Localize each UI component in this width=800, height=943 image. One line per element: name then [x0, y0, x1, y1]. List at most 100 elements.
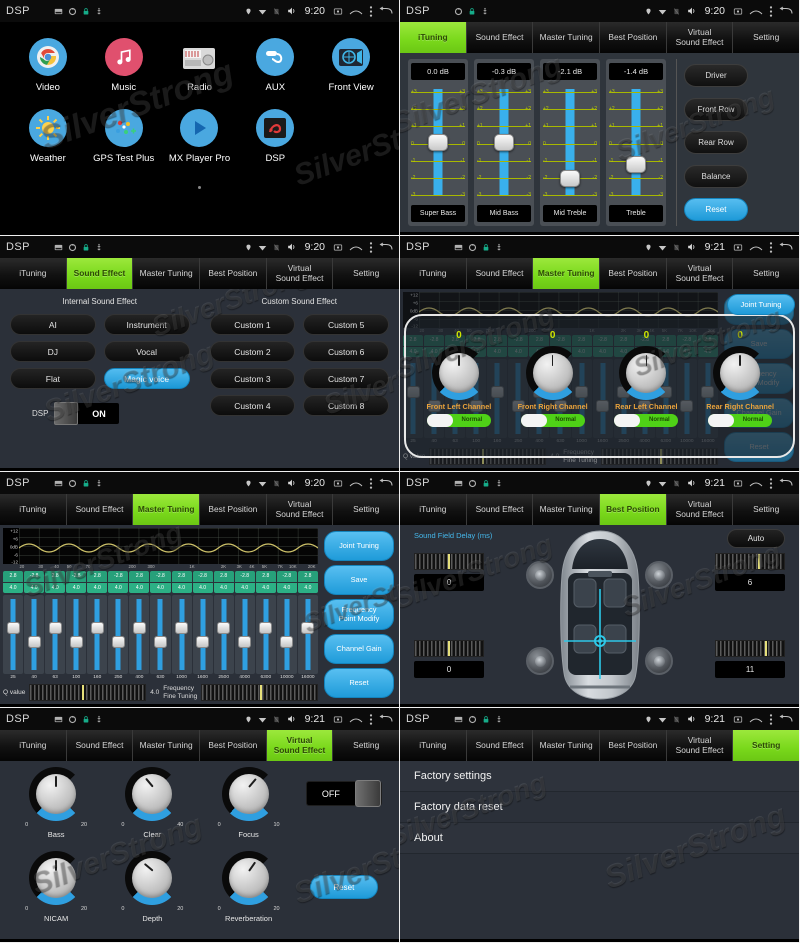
eq-band[interactable]: -2.84.0	[66, 571, 87, 593]
reset-button[interactable]: Reset	[324, 667, 394, 699]
eq-band[interactable]: 2.84.0	[3, 571, 24, 593]
effect-flat-button[interactable]: Flat	[10, 368, 96, 389]
tab-virtual-sound-effect[interactable]: Virtual Sound Effect	[666, 494, 734, 525]
eq-slider[interactable]	[234, 595, 255, 674]
tab-best-position[interactable]: Best Position	[600, 22, 667, 53]
tab-best-position[interactable]: Best Position	[600, 258, 667, 289]
eq-band[interactable]: -2.84.0	[234, 571, 255, 593]
home-icon[interactable]	[749, 479, 763, 488]
eq-slider[interactable]	[255, 595, 276, 674]
eq-band[interactable]: -2.84.0	[192, 571, 213, 593]
setting-item-about[interactable]: About	[400, 823, 799, 854]
effect-dj-button[interactable]: DJ	[10, 341, 96, 362]
custom-4-button[interactable]: Custom 4	[209, 395, 296, 416]
menu-icon[interactable]	[369, 241, 373, 253]
tab-sound-effect[interactable]: Sound Effect	[466, 22, 534, 53]
eq-slider[interactable]	[87, 595, 108, 674]
save-button[interactable]: Save	[324, 565, 394, 596]
tab-virtual-sound-effect[interactable]: Virtual Sound Effect	[666, 258, 734, 289]
tab-best-position[interactable]: Best Position	[200, 258, 267, 289]
menu-icon[interactable]	[369, 713, 373, 725]
delay-dial[interactable]	[414, 640, 484, 657]
tab-virtual-sound-effect[interactable]: Virtual Sound Effect	[666, 22, 734, 53]
menu-icon[interactable]	[769, 241, 773, 253]
eq-slider[interactable]	[276, 595, 297, 674]
eq-slider[interactable]	[171, 595, 192, 674]
depth-knob[interactable]	[125, 851, 180, 905]
setting-item-factory-data-reset[interactable]: Factory data reset	[400, 792, 799, 823]
clear-knob[interactable]	[125, 767, 180, 821]
nicam-knob[interactable]	[29, 851, 84, 905]
back-icon[interactable]	[779, 478, 793, 488]
channel-gain-knob[interactable]	[713, 345, 768, 400]
eq-slider[interactable]	[213, 595, 234, 674]
screenshot-icon[interactable]	[333, 7, 343, 16]
focus-knob[interactable]	[221, 767, 276, 821]
tab-sound-effect[interactable]: Sound Effect	[466, 494, 534, 525]
eq-band[interactable]: -2.84.0	[276, 571, 297, 593]
tab-master-tuning[interactable]: Master Tuning	[533, 258, 601, 289]
tab-best-position[interactable]: Best Position	[600, 730, 667, 761]
eq-band[interactable]: -2.84.0	[108, 571, 129, 593]
tab-best-position[interactable]: Best Position	[600, 494, 667, 525]
custom-3-button[interactable]: Custom 3	[209, 368, 296, 389]
screenshot-icon[interactable]	[333, 479, 343, 488]
eq-slider[interactable]	[297, 595, 318, 674]
screenshot-icon[interactable]	[333, 243, 343, 252]
app-gps-test-plus[interactable]: GPS Test Plus	[90, 109, 158, 164]
back-icon[interactable]	[779, 714, 793, 724]
eq-slider[interactable]	[66, 595, 87, 674]
home-icon[interactable]	[749, 243, 763, 252]
slider-thumb[interactable]	[428, 134, 448, 152]
eq-band[interactable]: 2.84.0	[87, 571, 108, 593]
effect-magic-voice-button[interactable]: Magic voice	[103, 368, 190, 389]
back-icon[interactable]	[379, 6, 393, 16]
home-icon[interactable]	[749, 7, 763, 16]
custom-7-button[interactable]: Custom 7	[303, 368, 389, 389]
app-front-view[interactable]: Front View	[317, 38, 385, 93]
channel-gain-button[interactable]: Channel Gain	[324, 633, 394, 664]
tab-setting[interactable]: Setting	[733, 258, 799, 289]
home-icon[interactable]	[349, 7, 363, 16]
tab-master-tuning[interactable]: Master Tuning	[533, 730, 601, 761]
back-icon[interactable]	[779, 6, 793, 16]
custom-5-button[interactable]: Custom 5	[303, 314, 389, 335]
eq-slider[interactable]	[129, 595, 150, 674]
tab-ituning[interactable]: iTuning	[0, 730, 67, 761]
tab-best-position[interactable]: Best Position	[200, 494, 267, 525]
bass-knob[interactable]	[29, 767, 84, 821]
home-icon[interactable]	[349, 243, 363, 252]
auto-button[interactable]: Auto	[727, 529, 785, 548]
slider-mid-treble[interactable]: -2.1 dB +3 +3 +2 +2 +1 +1 0 0 -1 -1 -2 -…	[540, 59, 600, 226]
screenshot-icon[interactable]	[733, 479, 743, 488]
slider-treble[interactable]: -1.4 dB +3 +3 +2 +2 +1 +1 0 0 -1 -1 -2 -…	[606, 59, 666, 226]
slider-track[interactable]: +3 +3 +2 +2 +1 +1 0 0 -1 -1 -2 -2 -3 -3	[609, 85, 663, 200]
tab-sound-effect[interactable]: Sound Effect	[66, 494, 134, 525]
tab-master-tuning[interactable]: Master Tuning	[133, 258, 201, 289]
screenshot-icon[interactable]	[733, 715, 743, 724]
menu-icon[interactable]	[769, 713, 773, 725]
eq-band[interactable]: 2.84.0	[213, 571, 234, 593]
app-radio[interactable]: Radio	[165, 38, 233, 93]
joint-tuning-button[interactable]: Joint Tuning	[727, 294, 795, 315]
delay-dial[interactable]	[414, 553, 484, 570]
eq-band[interactable]: 2.84.0	[255, 571, 276, 593]
channel-gain-knob[interactable]	[431, 345, 486, 400]
tab-virtual-sound-effect[interactable]: Virtual Sound Effect	[266, 730, 334, 761]
tab-ituning[interactable]: iTuning	[0, 258, 67, 289]
tab-ituning[interactable]: iTuning	[0, 494, 67, 525]
tab-master-tuning[interactable]: Master Tuning	[133, 730, 201, 761]
home-icon[interactable]	[749, 715, 763, 724]
app-mx-player-pro[interactable]: MX Player Pro	[165, 109, 233, 164]
tab-virtual-sound-effect[interactable]: Virtual Sound Effect	[266, 258, 334, 289]
dsp-toggle[interactable]: ON	[54, 402, 120, 425]
slider-track[interactable]: +3 +3 +2 +2 +1 +1 0 0 -1 -1 -2 -2 -3 -3	[477, 85, 531, 200]
home-icon[interactable]	[349, 715, 363, 724]
eq-slider[interactable]	[3, 595, 24, 674]
slider-thumb[interactable]	[494, 134, 514, 152]
slider-thumb[interactable]	[560, 170, 580, 188]
frequency-point-modify-button[interactable]: FrequencyPoint Modify	[324, 599, 394, 630]
tab-sound-effect[interactable]: Sound Effect	[66, 258, 134, 289]
app-weather[interactable]: Weather	[14, 109, 82, 164]
rear-row-button[interactable]: Rear Row	[684, 131, 748, 154]
